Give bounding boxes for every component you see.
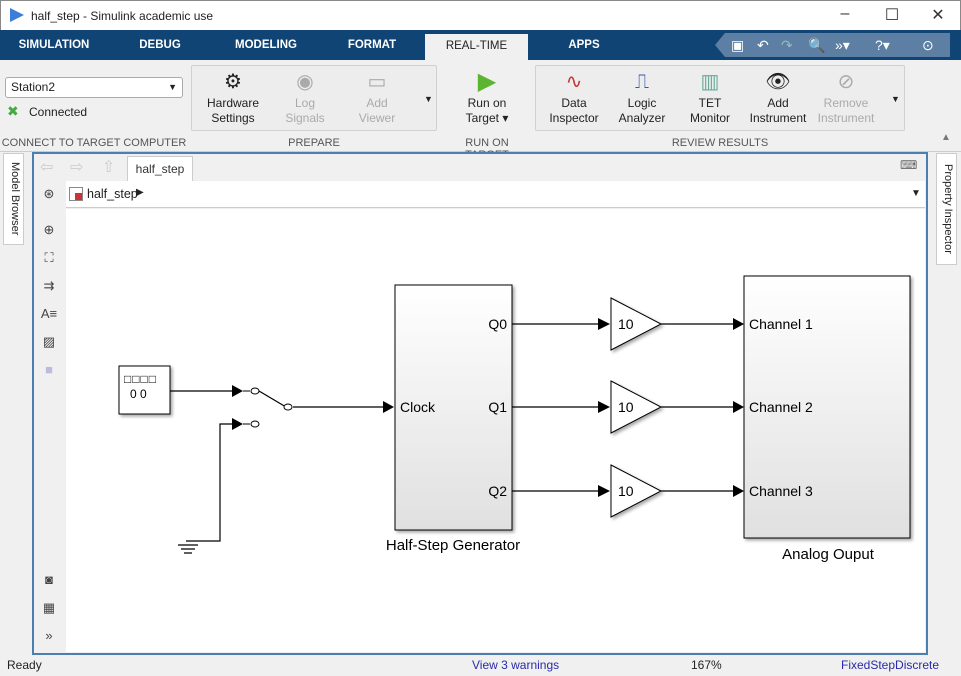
svg-text:10: 10: [618, 399, 634, 415]
status-bar: Ready View 3 warnings 167% FixedStepDisc…: [0, 655, 961, 676]
solver-link[interactable]: FixedStepDiscrete: [841, 655, 939, 676]
gain-block-3[interactable]: 10: [610, 464, 663, 518]
zoom-level: 167%: [691, 658, 722, 672]
svg-text:Q1: Q1: [488, 399, 507, 415]
warnings-link[interactable]: View 3 warnings: [472, 655, 559, 676]
svg-text:10: 10: [618, 483, 634, 499]
digital-clock-block[interactable]: □□□□ 0 0: [118, 365, 171, 415]
block-diagram: □□□□ 0 0 Clock Q0 Q1 Q2 Half-Step Genera…: [118, 275, 911, 563]
svg-text:Channel 3: Channel 3: [749, 483, 813, 499]
svg-text:0 0: 0 0: [130, 387, 147, 401]
svg-text:10: 10: [618, 316, 634, 332]
svg-text:Half-Step Generator: Half-Step Generator: [386, 537, 520, 554]
analog-output-block[interactable]: Channel 1 Channel 2 Channel 3 Analog Oup…: [743, 275, 911, 563]
svg-text:Channel 1: Channel 1: [749, 316, 813, 332]
gain-block-1[interactable]: 10: [610, 297, 663, 351]
switch-block[interactable]: [243, 387, 293, 428]
status-ready: Ready: [7, 658, 42, 672]
svg-text:Q2: Q2: [488, 483, 507, 499]
svg-text:Q0: Q0: [488, 316, 507, 332]
gain-block-2[interactable]: 10: [610, 380, 663, 434]
svg-text:Clock: Clock: [400, 399, 436, 415]
svg-text:Channel 2: Channel 2: [749, 399, 813, 415]
half-step-generator-block[interactable]: Clock Q0 Q1 Q2 Half-Step Generator: [386, 284, 520, 554]
svg-text:□□□□: □□□□: [124, 372, 157, 386]
svg-text:Analog Ouput: Analog Ouput: [782, 546, 875, 563]
